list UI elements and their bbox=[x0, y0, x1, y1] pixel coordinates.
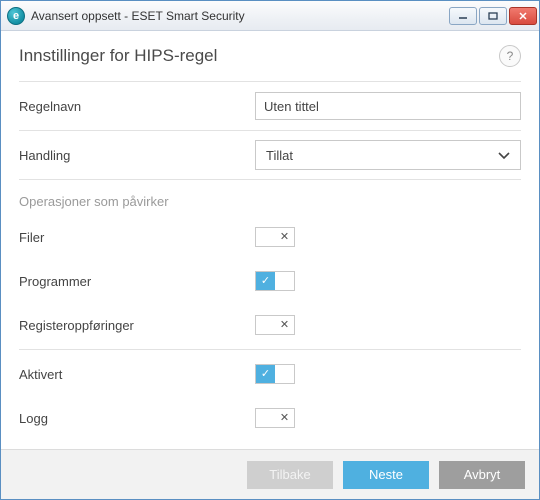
rule-name-input[interactable] bbox=[255, 92, 521, 120]
page-header: Innstillinger for HIPS-regel ? bbox=[1, 31, 539, 79]
action-label: Handling bbox=[19, 148, 255, 163]
row-log: Logg ✓ ✕ bbox=[19, 396, 521, 440]
row-files: Filer ✓ ✕ bbox=[19, 215, 521, 259]
row-action: Handling Tillat bbox=[19, 133, 521, 177]
footer: Tilbake Neste Avbryt bbox=[1, 449, 539, 499]
row-rule-name: Regelnavn bbox=[19, 84, 521, 128]
programs-toggle[interactable]: ✓ ✕ bbox=[255, 271, 295, 291]
divider bbox=[19, 179, 521, 180]
files-toggle[interactable]: ✓ ✕ bbox=[255, 227, 295, 247]
enabled-toggle[interactable]: ✓ ✕ bbox=[255, 364, 295, 384]
x-icon: ✕ bbox=[280, 320, 289, 331]
row-programs: Programmer ✓ ✕ bbox=[19, 259, 521, 303]
programs-label: Programmer bbox=[19, 274, 255, 289]
log-label: Logg bbox=[19, 411, 255, 426]
divider bbox=[19, 81, 521, 82]
window-controls bbox=[449, 7, 537, 25]
content: Regelnavn Handling Tillat Operasjoner so… bbox=[1, 79, 539, 449]
minimize-button[interactable] bbox=[449, 7, 477, 25]
page-title: Innstillinger for HIPS-regel bbox=[19, 46, 217, 66]
app-icon: e bbox=[7, 7, 25, 25]
x-icon: ✕ bbox=[280, 413, 289, 424]
files-label: Filer bbox=[19, 230, 255, 245]
check-icon: ✓ bbox=[261, 369, 270, 380]
window-title: Avansert oppsett - ESET Smart Security bbox=[31, 9, 443, 23]
x-icon: ✕ bbox=[280, 232, 289, 243]
next-button[interactable]: Neste bbox=[343, 461, 429, 489]
divider bbox=[19, 130, 521, 131]
rule-name-label: Regelnavn bbox=[19, 99, 255, 114]
divider bbox=[19, 349, 521, 350]
registry-label: Registeroppføringer bbox=[19, 318, 255, 333]
window: e Avansert oppsett - ESET Smart Security… bbox=[0, 0, 540, 500]
cancel-button[interactable]: Avbryt bbox=[439, 461, 525, 489]
maximize-button[interactable] bbox=[479, 7, 507, 25]
titlebar: e Avansert oppsett - ESET Smart Security bbox=[1, 1, 539, 31]
help-button[interactable]: ? bbox=[499, 45, 521, 67]
enabled-label: Aktivert bbox=[19, 367, 255, 382]
chevron-down-icon bbox=[498, 148, 510, 163]
row-notify: Varsle bruker ✓ ✕ bbox=[19, 440, 521, 449]
back-button[interactable]: Tilbake bbox=[247, 461, 333, 489]
action-select[interactable]: Tillat bbox=[255, 140, 521, 170]
row-enabled: Aktivert ✓ ✕ bbox=[19, 352, 521, 396]
log-toggle[interactable]: ✓ ✕ bbox=[255, 408, 295, 428]
check-icon: ✓ bbox=[261, 276, 270, 287]
action-select-value: Tillat bbox=[266, 148, 293, 163]
close-button[interactable] bbox=[509, 7, 537, 25]
operations-section-label: Operasjoner som påvirker bbox=[19, 182, 521, 215]
row-registry: Registeroppføringer ✓ ✕ bbox=[19, 303, 521, 347]
registry-toggle[interactable]: ✓ ✕ bbox=[255, 315, 295, 335]
